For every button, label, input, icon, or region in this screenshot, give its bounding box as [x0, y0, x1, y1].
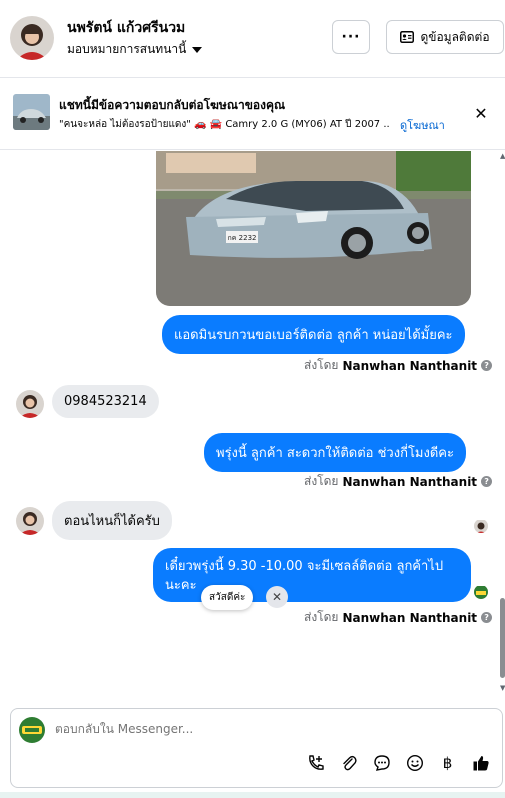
composer-toolbar: ฿: [306, 753, 490, 772]
ad-banner-title: แชทนี้มีข้อความตอบกลับต่อโฆษณาของคุณ: [59, 98, 286, 112]
message-bubble-incoming[interactable]: ตอนไหนก็ได้ครับ: [52, 501, 172, 540]
sent-by-prefix: ส่งโดย: [304, 610, 339, 624]
sender-name: Nanwhan Nanthanit: [342, 474, 478, 489]
quick-reply-chip[interactable]: สวัสดีค่ะ: [201, 585, 254, 610]
car-photo-message[interactable]: กค 2232: [156, 151, 471, 306]
close-icon[interactable]: ✕: [472, 105, 490, 123]
phone-plus-icon[interactable]: [306, 753, 325, 772]
scroll-down-arrow[interactable]: ▼: [500, 684, 505, 692]
thumbs-up-icon[interactable]: [471, 753, 490, 772]
paperclip-icon[interactable]: [339, 753, 358, 772]
reply-input[interactable]: [55, 722, 455, 736]
assign-conversation-dropdown[interactable]: มอบหมายการสนทนานี้: [67, 40, 203, 59]
license-plate: กค 2232: [228, 234, 257, 242]
chat-bubble-icon[interactable]: [372, 753, 391, 772]
sent-by-prefix: ส่งโดย: [304, 358, 339, 372]
help-icon[interactable]: ?: [481, 612, 493, 623]
contact-name[interactable]: นพรัตน์ แก้วศรีนวม: [67, 17, 185, 39]
contact-info-label: ดูข้อมูลติดต่อ: [420, 29, 490, 44]
emoji-icon[interactable]: [405, 753, 424, 772]
assign-label: มอบหมายการสนทนานี้: [67, 42, 187, 56]
sent-by-label: ส่งโดย Nanwhan Nanthanit ?: [304, 472, 493, 491]
message-thread[interactable]: กค 2232 แอดมินรบกวนขอเบอร์ติดต่อ ลูกค้า …: [0, 151, 505, 699]
sent-by-label: ส่งโดย Nanwhan Nanthanit ?: [304, 608, 493, 627]
message-bubble-incoming[interactable]: 0984523214: [52, 385, 159, 418]
thread-scrollbar[interactable]: [500, 598, 505, 678]
read-receipt-avatar: [474, 519, 488, 533]
page-avatar: [19, 717, 45, 743]
sender-name: Nanwhan Nanthanit: [342, 610, 478, 625]
scroll-up-arrow[interactable]: ▲: [500, 152, 505, 160]
contact-avatar-small[interactable]: [16, 390, 44, 418]
baht-icon[interactable]: ฿: [438, 753, 457, 772]
contact-avatar[interactable]: [10, 16, 54, 60]
view-ad-link[interactable]: ดูโฆษณา: [400, 116, 445, 134]
message-bubble-outgoing[interactable]: พรุ่งนี้ ลูกค้า สะดวกให้ติดต่อ ช่วงกี่โม…: [204, 433, 466, 472]
help-icon[interactable]: ?: [481, 360, 493, 371]
page-avatar-small: [474, 585, 488, 599]
message-bubble-outgoing[interactable]: แอดมินรบกวนขอเบอร์ติดต่อ ลูกค้า หน่อยได้…: [162, 315, 465, 354]
sent-by-prefix: ส่งโดย: [304, 474, 339, 488]
bottom-strip: [0, 792, 505, 798]
ad-thumbnail[interactable]: [13, 94, 50, 130]
conversation-header: นพรัตน์ แก้วศรีนวม มอบหมายการสนทนานี้ ··…: [0, 0, 505, 78]
close-icon[interactable]: ✕: [266, 586, 288, 608]
more-options-button[interactable]: ···: [332, 20, 370, 54]
sender-name: Nanwhan Nanthanit: [342, 358, 478, 373]
message-composer: ฿: [10, 708, 503, 788]
help-icon[interactable]: ?: [481, 476, 493, 487]
contact-card-icon: [400, 31, 415, 43]
ad-banner-subtitle: "คนจะหล่อ ไม่ต้องรอป้ายแดง" 🚗 🚘 Camry 2.…: [59, 119, 389, 130]
contact-avatar-small[interactable]: [16, 507, 44, 535]
ad-reply-banner: แชทนี้มีข้อความตอบกลับต่อโฆษณาของคุณ "คน…: [0, 78, 505, 150]
chevron-down-icon: [192, 46, 203, 53]
view-contact-info-button[interactable]: ดูข้อมูลติดต่อ: [386, 20, 504, 54]
sent-by-label: ส่งโดย Nanwhan Nanthanit ?: [304, 356, 493, 375]
